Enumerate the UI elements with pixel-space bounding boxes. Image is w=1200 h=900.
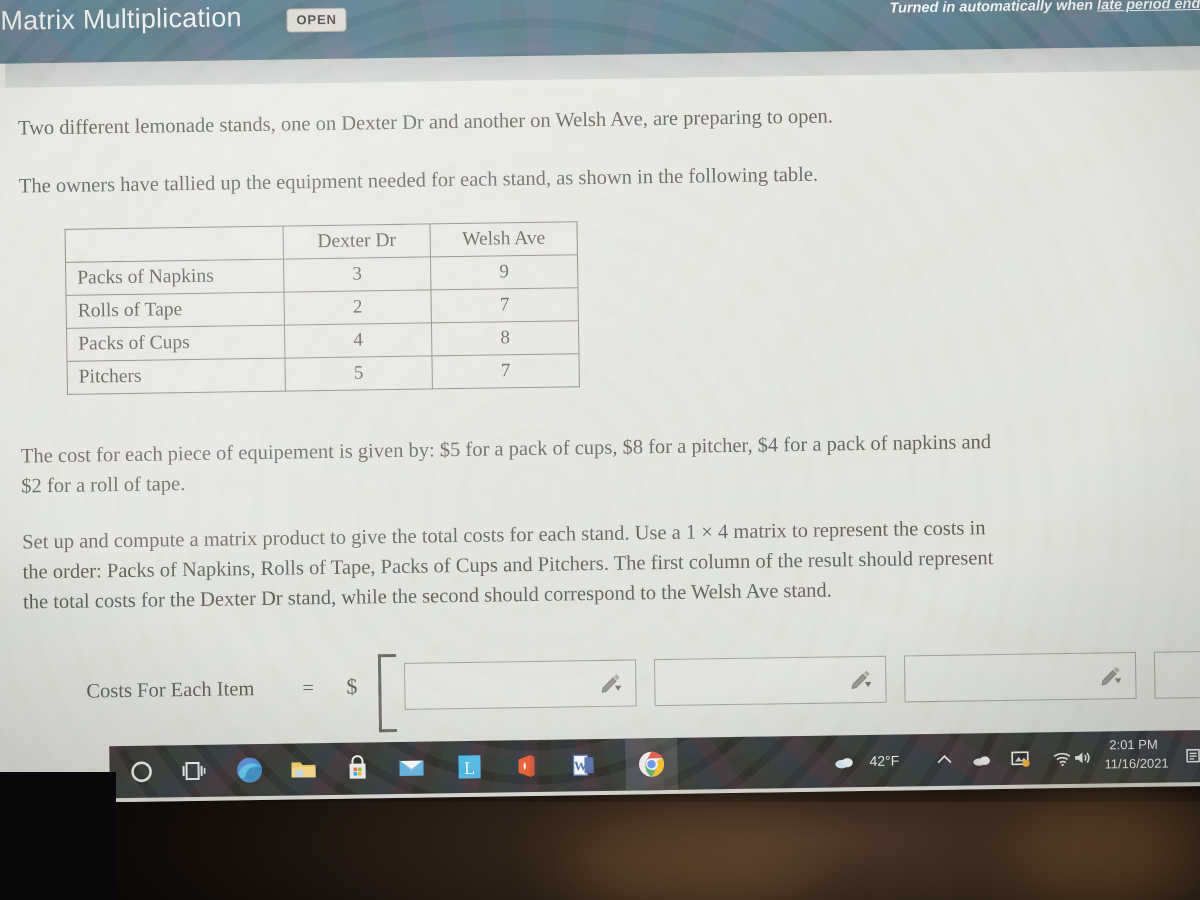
onedrive-cloud-icon[interactable] xyxy=(971,748,993,770)
cell-dexter: 2 xyxy=(283,289,432,326)
table-row: Pitchers 5 7 xyxy=(66,353,580,395)
notification-icon[interactable] xyxy=(1183,745,1200,767)
cell-dexter: 3 xyxy=(283,256,431,293)
equipment-table: Dexter Dr Welsh Ave Packs of Napkins 3 9… xyxy=(64,221,580,395)
svg-text:L: L xyxy=(464,758,475,778)
cortana-icon[interactable] xyxy=(127,758,155,786)
weather-temperature[interactable]: 42°F xyxy=(869,753,899,769)
answer-label: Costs For Each Item xyxy=(86,678,255,703)
taskbar-clock-date[interactable]: 11/16/2021 xyxy=(1104,756,1168,772)
turn-in-notice: Turned in automatically when late period… xyxy=(889,0,1200,17)
cell-welsh: 8 xyxy=(431,320,579,356)
column-header-welsh: Welsh Ave xyxy=(429,221,578,257)
status-badge: OPEN xyxy=(286,7,348,33)
cell-dexter: 5 xyxy=(284,355,433,392)
matrix-left-bracket xyxy=(377,653,398,733)
matrix-input-1[interactable] xyxy=(403,659,637,710)
turn-in-notice-text: Turned in automatically when xyxy=(889,0,1098,17)
row-label: Packs of Cups xyxy=(66,325,285,362)
pencil-icon[interactable] xyxy=(599,671,623,695)
cell-welsh: 7 xyxy=(431,353,580,389)
photo-of-laptop-screen: Matrix Multiplication OPEN Turned in aut… xyxy=(0,0,1200,900)
matrix-input-3[interactable] xyxy=(903,652,1137,703)
cell-welsh: 9 xyxy=(430,254,578,290)
edge-icon[interactable] xyxy=(235,756,263,784)
microsoft-store-icon[interactable] xyxy=(343,754,371,782)
page-title: Matrix Multiplication xyxy=(0,2,242,36)
mail-icon[interactable] xyxy=(397,754,425,782)
chrome-icon[interactable] xyxy=(637,750,665,778)
volume-icon[interactable] xyxy=(1071,747,1093,769)
laptop-screen: Matrix Multiplication OPEN Turned in aut… xyxy=(0,0,1200,804)
paragraph-intro-1: Two different lemonade stands, one on De… xyxy=(17,105,834,140)
desk-surround xyxy=(0,802,1200,900)
office-icon[interactable] xyxy=(511,752,539,780)
row-label: Packs of Napkins xyxy=(65,259,284,296)
row-label: Pitchers xyxy=(66,358,286,395)
paragraph-costs: The cost for each piece of equipement is… xyxy=(20,431,992,498)
question-body: Two different lemonade stands, one on De… xyxy=(0,69,1200,748)
chevron-up-icon[interactable] xyxy=(933,749,955,771)
equals-sign: = xyxy=(302,677,315,700)
display-icon[interactable] xyxy=(1009,748,1031,770)
taskbar-clock-time[interactable]: 2:01 PM xyxy=(1109,737,1158,753)
row-label: Rolls of Tape xyxy=(66,292,285,329)
paragraph-instructions: Set up and compute a matrix product to g… xyxy=(22,517,994,614)
file-explorer-icon[interactable] xyxy=(289,755,317,783)
pencil-icon[interactable] xyxy=(849,667,873,691)
answer-area: Costs For Each Item = $ xyxy=(0,638,1200,742)
task-view-icon[interactable] xyxy=(179,757,207,785)
late-period-link[interactable]: late period ends xyxy=(1097,0,1200,14)
cell-welsh: 7 xyxy=(430,287,579,323)
lockdown-browser-icon[interactable]: L xyxy=(455,753,483,781)
pencil-icon[interactable] xyxy=(1099,663,1123,687)
matrix-input-4[interactable] xyxy=(1153,648,1200,699)
cell-dexter: 4 xyxy=(284,322,432,359)
wifi-icon[interactable] xyxy=(1051,747,1073,769)
matrix-input-2[interactable] xyxy=(653,655,887,707)
word-icon[interactable]: W xyxy=(569,751,597,779)
table-corner-cell xyxy=(65,226,284,263)
weather-cloud-icon[interactable] xyxy=(833,750,855,772)
currency-symbol: $ xyxy=(346,673,358,699)
paragraph-intro-2: The owners have tallied up the equipment… xyxy=(18,163,819,198)
column-header-dexter: Dexter Dr xyxy=(283,223,431,260)
left-dark-surround xyxy=(0,772,116,900)
